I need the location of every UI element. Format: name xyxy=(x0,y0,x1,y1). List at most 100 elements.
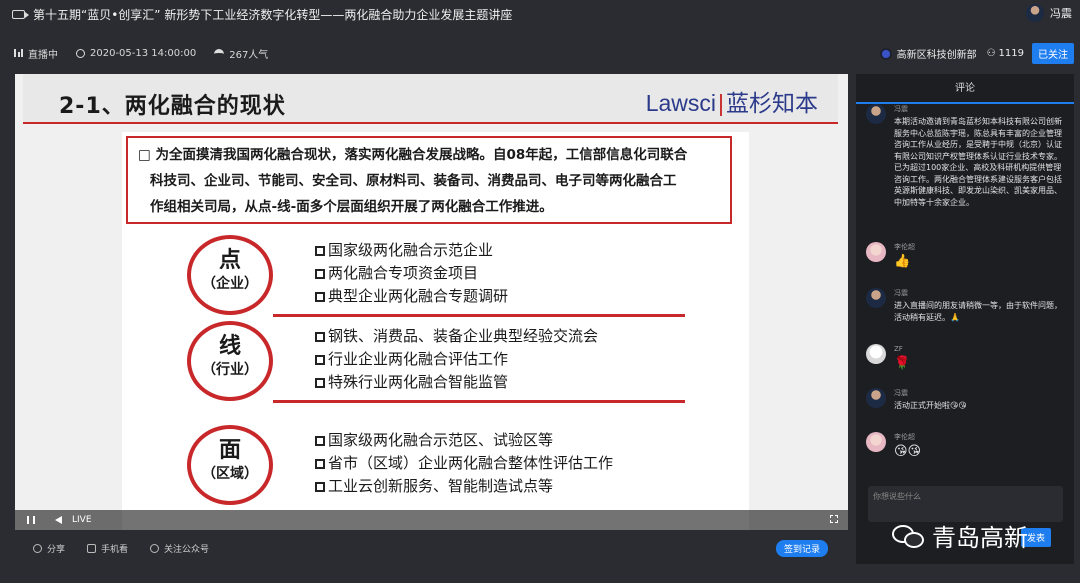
comment-item: 冯震 本期活动邀请到青岛蓝杉知本科技有限公司创新服务中心总监陈宇瑶，陈总具有丰富… xyxy=(866,104,1071,208)
comment-body: 李伦超 👍 xyxy=(894,242,915,269)
intro-line: □ 为全面摸清我国两化融合现状，落实两化融合发展战略。自08年起，工信部信息化司… xyxy=(138,147,688,163)
pause-icon[interactable] xyxy=(27,516,35,524)
checkin-records-button[interactable]: 签到记录 xyxy=(775,540,828,557)
comments-tab[interactable]: 评论 xyxy=(856,74,1074,104)
list-item: 钢铁、消费品、装备企业典型经验交流会 xyxy=(315,325,598,348)
section-big-label: 点 xyxy=(218,248,241,273)
comment-author: 冯震 xyxy=(894,289,908,297)
section-items: 国家级两化融合示范区、试验区等 省市（区域）企业两化融合整体性评估工作 工业云创… xyxy=(315,429,613,498)
comment-text: 😘😘 xyxy=(894,444,922,459)
section-circle: 点 （企业） xyxy=(187,235,273,315)
username: 冯震 xyxy=(1050,7,1072,20)
section-circle: 线 （行业） xyxy=(187,321,273,401)
comment-body: ZF 🌹 xyxy=(894,344,910,371)
video-player[interactable]: 2-1、两化融合的现状 Lawsci|蓝杉知本 □ 为全面摸清我国两化融合现状，… xyxy=(15,74,848,530)
list-item: 省市（区域）企业两化融合整体性评估工作 xyxy=(315,452,613,475)
section-big-label: 线 xyxy=(218,334,241,359)
checkbox-square-icon xyxy=(315,482,325,492)
divider xyxy=(273,314,685,317)
comment-text: 🌹 xyxy=(894,356,911,371)
comment-body: 冯震 进入直播间的朋友请稍微一等，由于软件问题，活动稍有延迟。🙏 xyxy=(894,288,1066,323)
list-item: 典型企业两化融合专题调研 xyxy=(315,285,508,308)
share-icon xyxy=(33,543,42,553)
comment-body: 冯震 本期活动邀请到青岛蓝杉知本科技有限公司创新服务中心总监陈宇瑶，陈总具有丰富… xyxy=(894,104,1066,208)
section-small-label: （行业） xyxy=(202,362,258,378)
section-circle: 面 （区域） xyxy=(187,425,273,505)
list-item-text: 钢铁、消费品、装备企业典型经验交流会 xyxy=(328,327,599,345)
avatar xyxy=(866,344,886,364)
list-item: 两化融合专项资金项目 xyxy=(315,262,508,285)
comment-text: 本期活动邀请到青岛蓝杉知本科技有限公司创新服务中心总监陈宇瑶，陈总具有丰富的企业… xyxy=(894,117,1062,207)
mobile-view-button[interactable]: 手机看 xyxy=(87,542,128,555)
page-title: 第十五期“蓝贝•创享汇” 新形势下工业经济数字化转型——两化融合助力企业发展主题… xyxy=(33,7,513,22)
wechat-icon xyxy=(150,543,160,553)
live-bars-icon xyxy=(14,49,23,57)
slide-title: 2-1、两化融合的现状 xyxy=(59,94,286,119)
comment-author: ZF xyxy=(894,345,903,353)
list-item-text: 工业云创新服务、智能制造试点等 xyxy=(328,477,554,495)
comment-author: 冯震 xyxy=(894,389,908,397)
watermark: 青岛高新 xyxy=(892,518,1028,553)
intro-line: 科技司、企业司、节能司、安全司、原材料司、装备司、消费品司、电子司等两化融合工 xyxy=(150,173,677,189)
start-time: 2020-05-13 14:00:00 xyxy=(76,48,196,59)
video-camera-icon xyxy=(12,9,29,19)
live-status-label: 直播中 xyxy=(28,49,58,61)
section-small-label: （企业） xyxy=(202,276,258,292)
comment-item: ZF 🌹 xyxy=(866,344,1071,371)
organizer-info: 高新区科技创新部 ⚇ 1119 已关注 xyxy=(879,43,1074,64)
wechat-logo-icon xyxy=(892,524,924,548)
live-indicator: LIVE xyxy=(72,515,92,525)
comment-input[interactable]: 你想说些什么 xyxy=(868,486,1063,522)
section-big-label: 面 xyxy=(218,438,241,463)
comment-body: 冯震 活动正式开始啦😘😘 xyxy=(894,388,967,412)
list-item-text: 特殊行业两化融合智能监管 xyxy=(328,373,509,391)
follow-public-label: 关注公众号 xyxy=(164,544,210,555)
watermark-text: 青岛高新 xyxy=(932,524,1028,552)
mobile-view-label: 手机看 xyxy=(101,544,129,555)
list-item: 特殊行业两化融合智能监管 xyxy=(315,371,598,394)
follower-icon: ⚇ xyxy=(986,48,996,59)
follow-public-button[interactable]: 关注公众号 xyxy=(150,542,209,555)
user-menu[interactable]: 冯震 xyxy=(1026,4,1072,22)
comment-item: 李伦超 😘😘 xyxy=(866,432,1071,459)
section-items: 钢铁、消费品、装备企业典型经验交流会 行业企业两化融合评估工作 特殊行业两化融合… xyxy=(315,325,598,394)
people-icon xyxy=(214,49,225,57)
share-button[interactable]: 分享 xyxy=(33,542,65,555)
checkbox-square-icon xyxy=(315,378,325,388)
clock-icon xyxy=(76,48,85,58)
avatar xyxy=(1026,4,1044,22)
player-controls: LIVE xyxy=(15,510,848,530)
list-item: 行业企业两化融合评估工作 xyxy=(315,348,598,371)
follower-count: 1119 xyxy=(998,48,1024,59)
comment-text: 活动正式开始啦😘😘 xyxy=(894,401,967,410)
organizer-name[interactable]: 高新区科技创新部 xyxy=(897,46,977,61)
comment-item: 冯震 活动正式开始啦😘😘 xyxy=(866,388,1071,412)
list-item: 国家级两化融合示范区、试验区等 xyxy=(315,429,613,452)
logo-separator: | xyxy=(718,90,724,116)
comment-item: 李伦超 👍 xyxy=(866,242,1071,269)
avatar xyxy=(866,388,886,408)
volume-icon[interactable] xyxy=(55,516,62,524)
comment-author: 李伦超 xyxy=(894,243,915,251)
checkbox-square-icon xyxy=(315,332,325,342)
logo-text-cn: 蓝杉知本 xyxy=(726,90,818,116)
list-item-text: 国家级两化融合示范区、试验区等 xyxy=(328,431,554,449)
status-bar: 直播中 2020-05-13 14:00:00 267人气 高新区科技创新部 ⚇… xyxy=(0,40,1080,66)
avatar xyxy=(866,288,886,308)
organizer-logo-icon xyxy=(879,47,892,60)
follow-button[interactable]: 已关注 xyxy=(1032,43,1074,64)
avatar xyxy=(866,432,886,452)
section-items: 国家级两化融合示范企业 两化融合专项资金项目 典型企业两化融合专题调研 xyxy=(315,239,508,308)
lawsci-logo: Lawsci|蓝杉知本 xyxy=(646,84,818,118)
logo-text-en: Lawsci xyxy=(645,90,717,116)
start-time-label: 2020-05-13 14:00:00 xyxy=(90,47,197,59)
checkbox-square-icon xyxy=(315,292,325,302)
top-bar: 第十五期“蓝贝•创享汇” 新形势下工业经济数字化转型——两化融合助力企业发展主题… xyxy=(0,0,1080,28)
share-label: 分享 xyxy=(47,544,66,555)
checkbox-square-icon xyxy=(315,269,325,279)
phone-icon xyxy=(87,543,97,553)
list-item-text: 省市（区域）企业两化融合整体性评估工作 xyxy=(328,454,614,472)
comment-text: 👍 xyxy=(894,254,911,269)
fullscreen-icon[interactable] xyxy=(830,515,838,523)
list-item-text: 国家级两化融合示范企业 xyxy=(328,241,494,259)
